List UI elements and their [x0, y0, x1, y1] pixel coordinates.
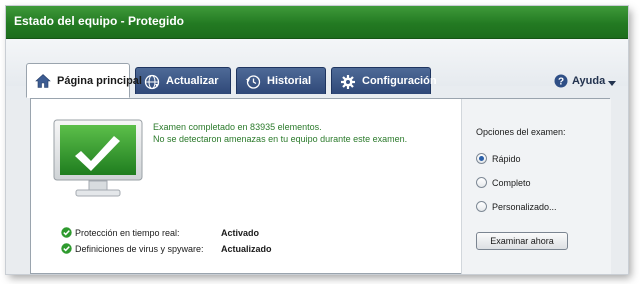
- chevron-down-icon: [608, 78, 616, 86]
- home-panel: Examen completado en 83935 elementos. No…: [30, 98, 611, 274]
- check-ok-icon: [61, 227, 72, 238]
- history-clock-icon: [245, 74, 261, 90]
- svg-text:?: ?: [558, 77, 564, 88]
- radio-unselected-icon: [476, 201, 487, 212]
- check-ok-icon: [61, 243, 72, 254]
- tab-update[interactable]: Actualizar: [135, 67, 231, 94]
- radio-label: Completo: [492, 178, 531, 188]
- tab-settings-label: Configuración: [362, 75, 437, 87]
- home-icon: [35, 73, 51, 89]
- radio-unselected-icon: [476, 177, 487, 188]
- scan-options-title: Opciones del examen:: [476, 127, 566, 137]
- gear-icon: [340, 74, 356, 90]
- status-name: Definiciones de virus y spyware:: [75, 244, 204, 254]
- title-bar: Estado del equipo - Protegido: [6, 6, 628, 39]
- status-value: Actualizado: [221, 244, 272, 254]
- tab-update-label: Actualizar: [166, 75, 219, 87]
- radio-selected-icon: [476, 153, 487, 164]
- radio-label: Personalizado...: [492, 202, 557, 212]
- help-label: Ayuda: [572, 75, 606, 87]
- tab-history-label: Historial: [267, 75, 312, 87]
- scan-now-button[interactable]: Examinar ahora: [476, 232, 568, 250]
- globe-update-icon: [144, 74, 160, 90]
- tab-settings[interactable]: Configuración: [331, 67, 437, 94]
- status-value: Activado: [221, 228, 260, 238]
- tab-history[interactable]: Historial: [236, 67, 326, 94]
- tab-home-label: Página principal: [57, 75, 142, 87]
- window-title: Estado del equipo - Protegido: [14, 14, 185, 28]
- protected-monitor-icon: [53, 119, 143, 201]
- app-window: Estado del equipo - Protegido Página pri…: [6, 6, 628, 274]
- status-name: Protección en tiempo real:: [75, 228, 180, 238]
- tab-home[interactable]: Página principal: [26, 63, 142, 98]
- tab-strip: Página principal Actualizar Historial Co…: [6, 39, 628, 100]
- scan-result-line-1: Examen completado en 83935 elementos.: [153, 122, 322, 132]
- help-question-icon: ?: [554, 74, 568, 88]
- scan-options-sidebar: Opciones del examen: Rápido Completo Per…: [461, 99, 611, 274]
- scan-result-line-2: No se detectaron amenazas en tu equipo d…: [153, 134, 408, 144]
- radio-label: Rápido: [492, 154, 521, 164]
